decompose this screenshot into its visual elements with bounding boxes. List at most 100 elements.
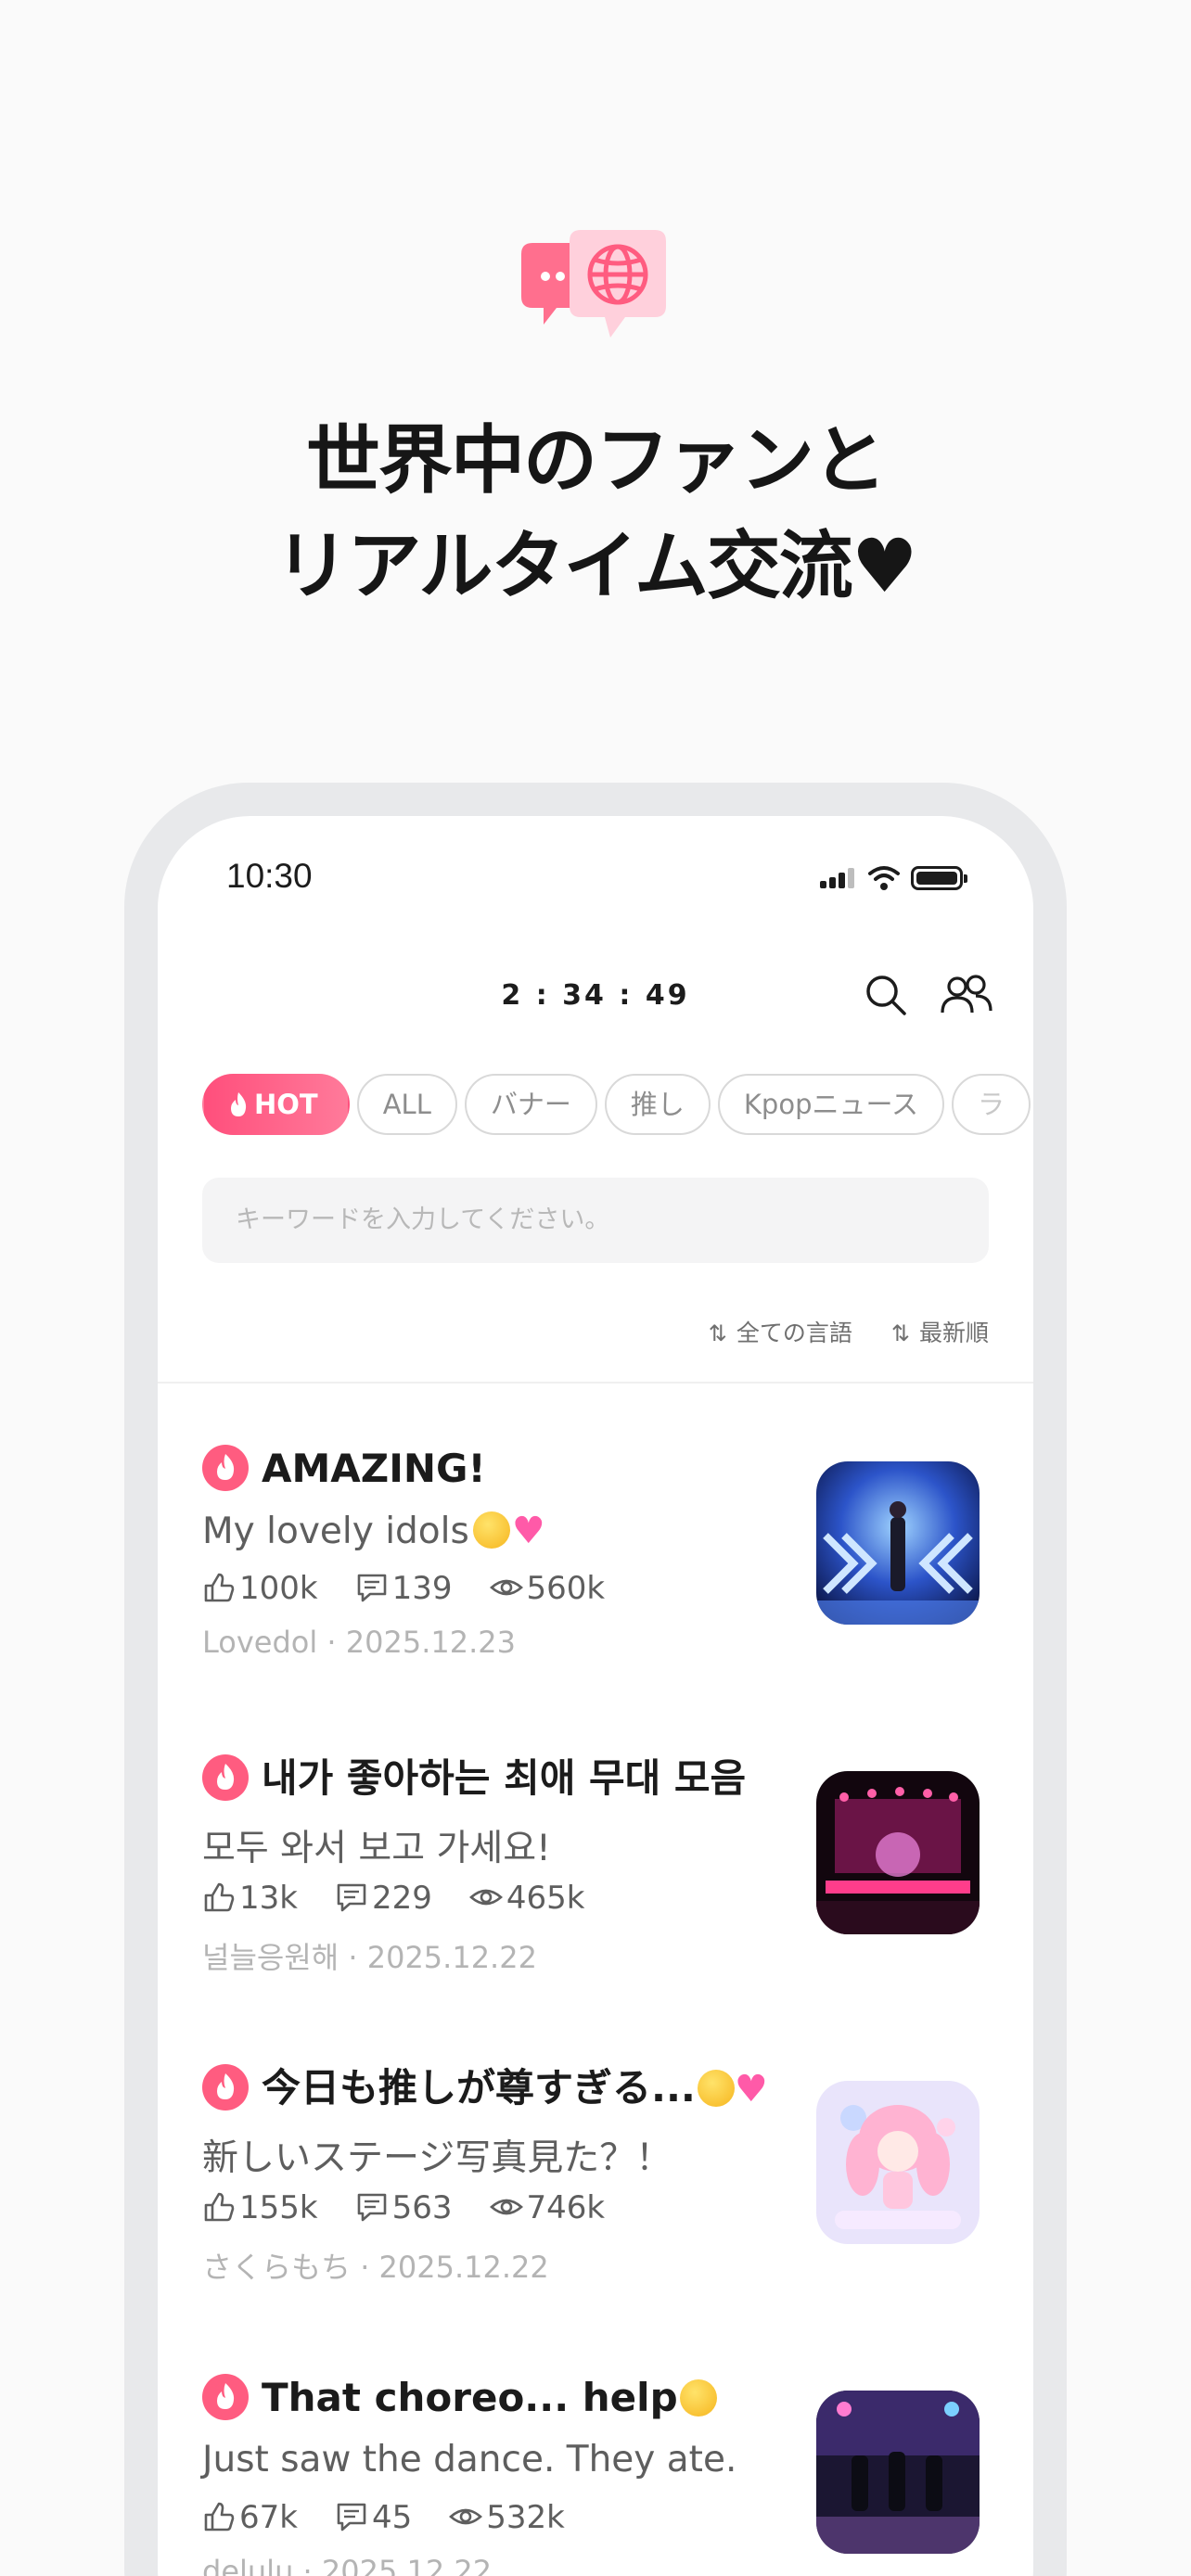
post-author: 널늘응원해 [202,1940,339,1975]
post-subtitle: 新しいステージ写真見た？！ [202,2137,672,2179]
hero-headline: 世界中のファンと リアルタイム交流♥ [0,408,1191,619]
status-icons [820,864,968,892]
headline-line-1: 世界中のファンと [306,417,887,504]
post-stats: 13k 229 465k [202,1880,621,1917]
hot-fire-icon [202,2374,249,2420]
post-title: 今日も推しが尊すぎる... ♥ [202,2064,768,2112]
views-count: 532k [486,2499,565,2536]
views-count: 560k [526,1570,606,1607]
eye-icon [468,1889,503,1906]
sort-arrows-icon: ⇅ [890,1320,910,1346]
views-count: 465k [506,1880,585,1917]
post-meta: さくらもち · 2025.12.22 [202,2250,549,2285]
thumbs-up-icon [204,2192,235,2222]
headline-line-2: リアルタイム交流♥ [275,523,917,609]
chip-label: HOT [254,1089,318,1120]
views: 560k [489,1570,606,1607]
wifi-icon [868,866,900,890]
likes[interactable]: 155k [202,2189,318,2226]
pleading-face-emoji [472,1511,510,1549]
post-subtitle: Just saw the dance. They ate. [202,2439,737,2480]
chip-oshi[interactable]: 推し [604,1074,711,1135]
post-meta: delulu · 2025.12.22 [202,2554,492,2576]
post-date: 2025.12.22 [378,2250,549,2285]
sort-order-label: 最新順 [918,1320,989,1346]
comments-count: 45 [371,2499,413,2536]
likes[interactable]: 13k [202,1880,298,1917]
post-thumbnail [816,2081,980,2244]
comments[interactable]: 139 [355,1570,453,1607]
hot-fire-icon [202,1754,249,1801]
post-author: さくらもち [202,2250,352,2285]
post-meta: Lovedol · 2025.12.23 [202,1625,516,1660]
smiling-hearts-emoji [679,2379,717,2417]
post-subtitle: 모두 와서 보고 가세요! [202,1828,551,1869]
post-author: Lovedol [202,1625,318,1660]
post-title: AMAZING! [202,1445,486,1493]
comments-count: 229 [371,1880,432,1917]
views-count: 746k [526,2189,606,2226]
post-stats: 67k 45 532k [202,2499,602,2536]
post-item[interactable]: That choreo... help Just saw the dance. … [202,2374,989,2576]
comments-count: 563 [391,2189,453,2226]
post-date: 2025.12.23 [345,1625,516,1660]
chip-banner[interactable]: バナー [464,1074,597,1135]
eye-icon [489,1579,523,1596]
post-title-text: That choreo... help [262,2375,678,2420]
sort-arrows-icon: ⇅ [708,1320,727,1346]
post-thumbnail [816,1461,980,1625]
phone-screen: 10:30 2 : 34 : 49 HOT ALL バナー 推し Kpopニュースラ キ… [158,816,1033,2576]
comments[interactable]: 45 [335,2499,412,2536]
comment-icon [337,2503,366,2531]
sort-order[interactable]: ⇅ 最新順 [891,1315,989,1348]
chip-kpop-news[interactable]: Kpopニュース [717,1074,945,1135]
post-stats: 100k 139 560k [202,1570,642,1607]
post-item[interactable]: 今日も推しが尊すぎる... ♥ 新しいステージ写真見た？！ 155k 563 746k… [202,2064,989,2305]
chip-hot[interactable]: HOT [202,1074,350,1135]
views: 746k [489,2189,606,2226]
battery-icon [911,866,967,890]
post-title-text: 今日も推しが尊すぎる... [262,2065,696,2111]
likes-count: 100k [239,1570,318,1607]
comments[interactable]: 229 [335,1880,432,1917]
hot-fire-icon [202,1445,249,1491]
views: 532k [449,2499,565,2536]
pink-heart-emoji: ♥ [734,2068,768,2111]
category-chips: HOT ALL バナー 推し Kpopニュースラ [202,1074,1033,1139]
status-time: 10:30 [226,857,313,895]
thumbs-up-icon [204,1573,235,1602]
post-date: 2025.12.22 [366,1940,537,1975]
people-icon[interactable] [939,972,994,1018]
chip-more[interactable]: ラ [952,1074,1031,1135]
comments-count: 139 [391,1570,453,1607]
likes-count: 155k [239,2189,318,2226]
post-meta: 널늘응원해 · 2025.12.22 [202,1940,537,1975]
thumbs-up-icon [204,2502,235,2531]
post-title: That choreo... help [202,2374,717,2422]
post-title: 내가 좋아하는 최애 무대 모음 [202,1754,746,1803]
divider [158,1382,1033,1384]
likes-count: 67k [239,2499,298,2536]
sort-language[interactable]: ⇅ 全ての言語 [709,1315,852,1348]
signal-icon [820,866,857,888]
search-input[interactable]: キーワードを入力してください。 [202,1178,989,1263]
comments[interactable]: 563 [355,2189,453,2226]
sort-bar: ⇅ 全ての言語 ⇅ 最新順 [677,1315,989,1348]
likes-count: 13k [239,1880,298,1917]
post-subtitle: My lovely idols ♥ [202,1510,545,1552]
crying-face-emoji [697,2070,735,2107]
comment-icon [357,1574,386,1602]
likes[interactable]: 100k [202,1570,318,1607]
eye-icon [489,2199,523,2215]
search-icon[interactable] [863,972,909,1018]
post-title-text: 내가 좋아하는 최애 무대 모음 [262,1755,747,1801]
post-thumbnail [816,2391,980,2554]
post-item[interactable]: 내가 좋아하는 최애 무대 모음 모두 와서 보고 가세요! 13k 229 465… [202,1754,989,1996]
post-item[interactable]: AMAZING! My lovely idols ♥ 100k 139 560k Lo… [202,1445,989,1686]
chat-globe-icon [521,230,666,338]
likes[interactable]: 67k [202,2499,298,2536]
comment-icon [337,1883,366,1912]
comment-icon [357,2193,386,2222]
post-subtitle-text: My lovely idols [202,1511,469,1552]
chip-all[interactable]: ALL [356,1074,457,1135]
